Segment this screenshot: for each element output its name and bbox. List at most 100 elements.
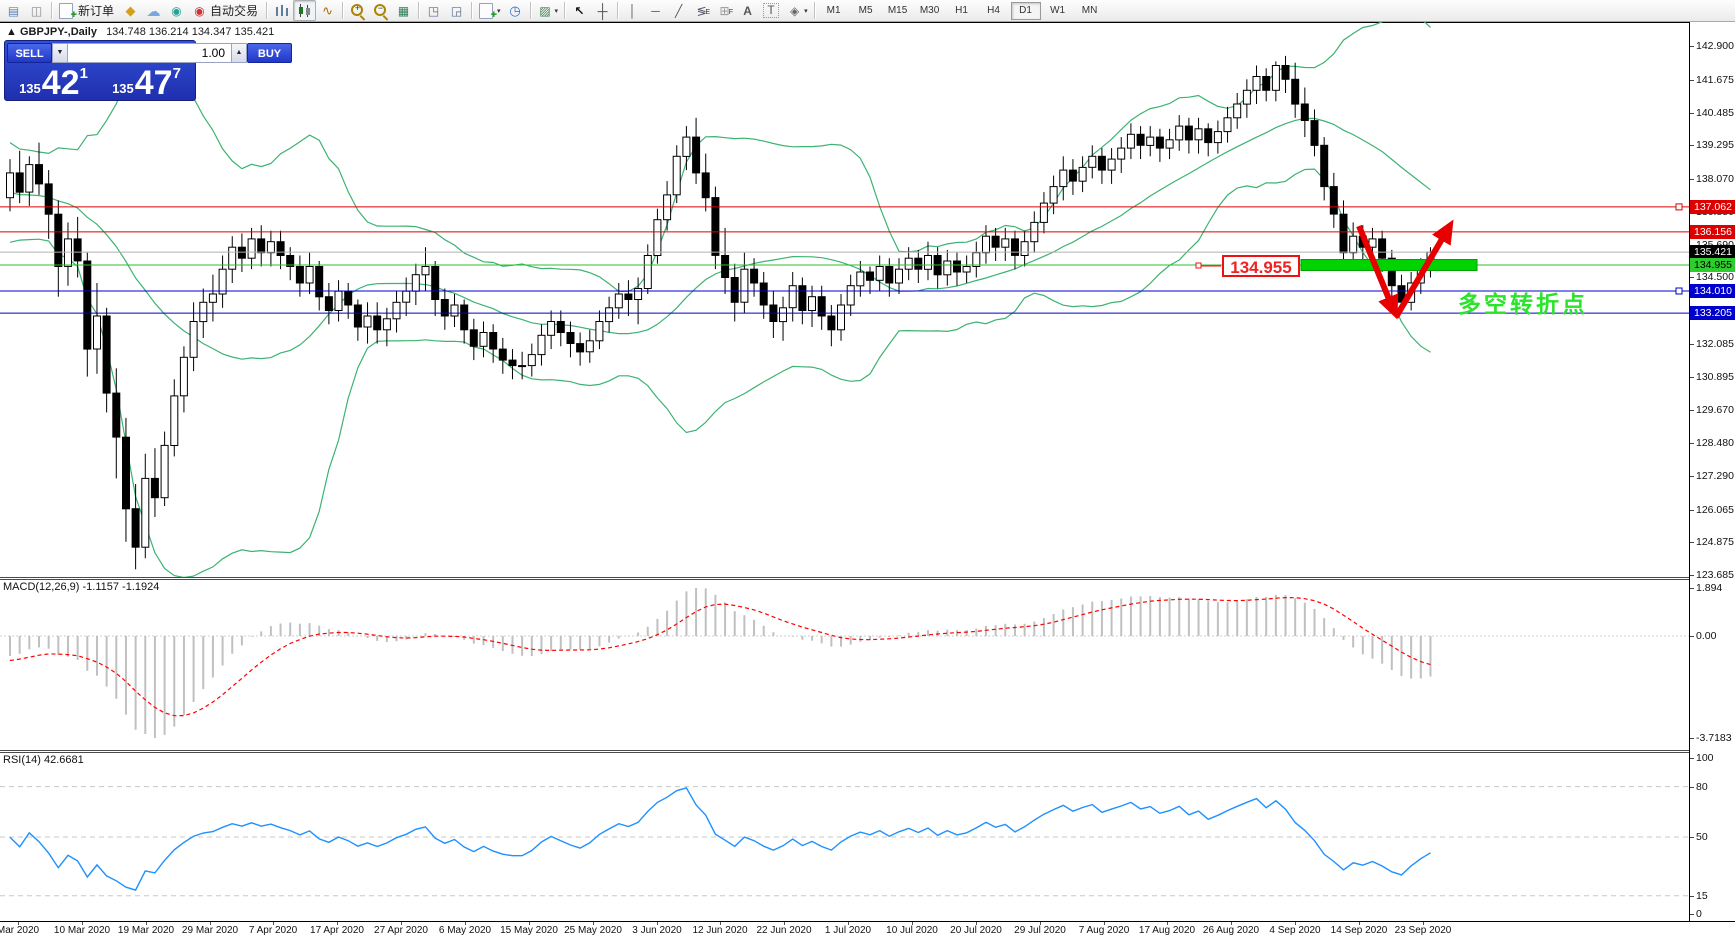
chevron-down-icon: ▾ bbox=[554, 7, 559, 15]
candle-body bbox=[895, 268, 903, 284]
crosshair-button[interactable] bbox=[591, 0, 614, 21]
timeframe-m15-button[interactable]: M15 bbox=[883, 2, 913, 20]
candle-body bbox=[1088, 155, 1097, 168]
panel-collapse-icon[interactable]: ▲ bbox=[6, 26, 17, 38]
hline-button[interactable] bbox=[644, 0, 667, 21]
shapes-button[interactable]: ▾ bbox=[783, 0, 811, 21]
date-tick-label: 4 Sep 2020 bbox=[1269, 925, 1321, 936]
cursor-button[interactable] bbox=[568, 0, 591, 21]
candle-body bbox=[904, 257, 913, 270]
textA-button[interactable] bbox=[736, 0, 759, 21]
price-annotation-label[interactable]: 134.955 bbox=[1222, 255, 1300, 277]
trendline-button[interactable] bbox=[667, 0, 690, 21]
candle-body bbox=[1242, 89, 1251, 105]
zoom-preview-button[interactable] bbox=[25, 0, 48, 21]
candle-body bbox=[373, 315, 382, 331]
candle-body bbox=[498, 348, 507, 361]
timeframe-h1-button[interactable]: H1 bbox=[947, 2, 977, 20]
symbol-ohlc-line: ▲ GBPJPY-,Daily 134.748 136.214 134.347 … bbox=[6, 26, 274, 38]
panel-divider[interactable] bbox=[0, 577, 1735, 580]
line-drag-handle[interactable] bbox=[1675, 287, 1683, 295]
candle-body bbox=[25, 164, 34, 193]
macd-axis-label: 1.894 bbox=[1690, 581, 1735, 595]
vline-button[interactable] bbox=[621, 0, 644, 21]
fibo-button[interactable] bbox=[690, 0, 713, 21]
toolbar-separator bbox=[813, 2, 815, 19]
volume-input[interactable] bbox=[68, 43, 231, 63]
toolbar-separator bbox=[529, 2, 531, 19]
buy-price-pips: 47 bbox=[134, 64, 173, 103]
date-tick-label: 29 Mar 2020 bbox=[181, 925, 239, 936]
price-axis[interactable]: 142.900141.675140.485139.295138.070136.8… bbox=[1689, 22, 1735, 921]
tile-button[interactable] bbox=[392, 0, 415, 21]
candle-body bbox=[54, 213, 63, 267]
candle-body bbox=[537, 334, 546, 356]
candle-body bbox=[208, 293, 217, 303]
zoom-out-button[interactable]: − bbox=[369, 0, 392, 21]
signals-button[interactable] bbox=[165, 0, 188, 21]
zoom-in-button[interactable]: + bbox=[346, 0, 369, 21]
timeframe-m5-button[interactable]: M5 bbox=[851, 2, 881, 20]
toolbar-separator bbox=[418, 2, 420, 19]
template-img-button[interactable]: ▾ bbox=[534, 0, 562, 21]
timeframe-d1-button[interactable]: D1 bbox=[1010, 1, 1041, 20]
main-chart-canvas[interactable] bbox=[0, 22, 1689, 577]
line-drag-handle[interactable] bbox=[1675, 203, 1683, 211]
candle-body bbox=[112, 392, 121, 438]
add-template-button[interactable]: ▾ bbox=[475, 0, 504, 23]
buy-price-display[interactable]: 135 47 7 bbox=[100, 63, 193, 100]
volume-decrease-button[interactable]: ▼ bbox=[52, 43, 68, 63]
cube-button[interactable] bbox=[119, 0, 142, 21]
candle-chart-button[interactable] bbox=[293, 0, 317, 21]
candle-body bbox=[150, 477, 159, 499]
trend-arrow-up[interactable] bbox=[1393, 219, 1454, 319]
timeframe-w1-button[interactable]: W1 bbox=[1043, 2, 1073, 20]
candle-body bbox=[605, 307, 614, 323]
date-tick-label: 19 Mar 2020 bbox=[117, 925, 175, 936]
candle-body bbox=[382, 318, 391, 331]
sell-price-display[interactable]: 135 42 1 bbox=[7, 63, 100, 100]
buy-button[interactable]: BUY bbox=[247, 43, 292, 63]
price-tick-label: 129.670 bbox=[1690, 403, 1735, 417]
date-tick-label: 6 May 2020 bbox=[438, 925, 492, 936]
timeframe-m1-button[interactable]: M1 bbox=[819, 2, 849, 20]
volume-increase-button[interactable]: ▲ bbox=[231, 43, 247, 63]
grid-button[interactable] bbox=[713, 0, 736, 21]
candle-body bbox=[643, 255, 652, 289]
price-line-label-135.421: 135.421 bbox=[1690, 245, 1735, 259]
candle-body bbox=[788, 285, 797, 309]
community-button[interactable] bbox=[142, 0, 165, 21]
sell-price-pipette: 1 bbox=[79, 65, 88, 82]
label-anchor-handle[interactable] bbox=[1195, 262, 1202, 269]
labelT-button[interactable] bbox=[759, 0, 783, 21]
clock-button[interactable] bbox=[504, 0, 527, 21]
sell-button[interactable]: SELL bbox=[7, 43, 52, 63]
candle-body bbox=[866, 271, 874, 281]
candle-body bbox=[837, 304, 845, 331]
price-tick-label: 128.480 bbox=[1690, 436, 1735, 450]
date-tick-label: 10 Jul 2020 bbox=[886, 925, 938, 936]
turning-point-annotation-text[interactable]: 多空转折点 bbox=[1458, 285, 1588, 319]
timeframe-m30-button[interactable]: M30 bbox=[915, 2, 945, 20]
bar-chart-button[interactable] bbox=[270, 0, 293, 21]
line-chart-button[interactable] bbox=[316, 0, 339, 21]
timeframe-h4-button[interactable]: H4 bbox=[979, 2, 1009, 20]
autotrade-button[interactable]: 自动交易 bbox=[188, 0, 263, 21]
date-axis[interactable]: Mar 2020 10 Mar 2020 19 Mar 2020 29 Mar 202… bbox=[0, 921, 1735, 938]
zoom-preview-icon bbox=[28, 3, 45, 19]
timeframe-mn-button[interactable]: MN bbox=[1075, 2, 1105, 20]
macd-panel-canvas[interactable] bbox=[0, 580, 1689, 750]
arrange-c-button[interactable] bbox=[445, 0, 468, 21]
rsi-panel-canvas[interactable] bbox=[0, 753, 1689, 921]
price-tick-label: 130.895 bbox=[1690, 370, 1735, 384]
date-tick-label: 20 Jul 2020 bbox=[950, 925, 1002, 936]
window-list-button[interactable] bbox=[2, 0, 25, 21]
candle-body bbox=[479, 332, 488, 347]
support-zone-rectangle[interactable] bbox=[1300, 259, 1478, 271]
grid-icon bbox=[716, 3, 733, 21]
candle-body bbox=[972, 252, 981, 267]
panel-divider[interactable] bbox=[0, 750, 1735, 753]
candle-body bbox=[991, 235, 1000, 248]
new-order-button[interactable]: 新订单 bbox=[55, 0, 119, 23]
arrange-v-button[interactable] bbox=[422, 0, 445, 21]
